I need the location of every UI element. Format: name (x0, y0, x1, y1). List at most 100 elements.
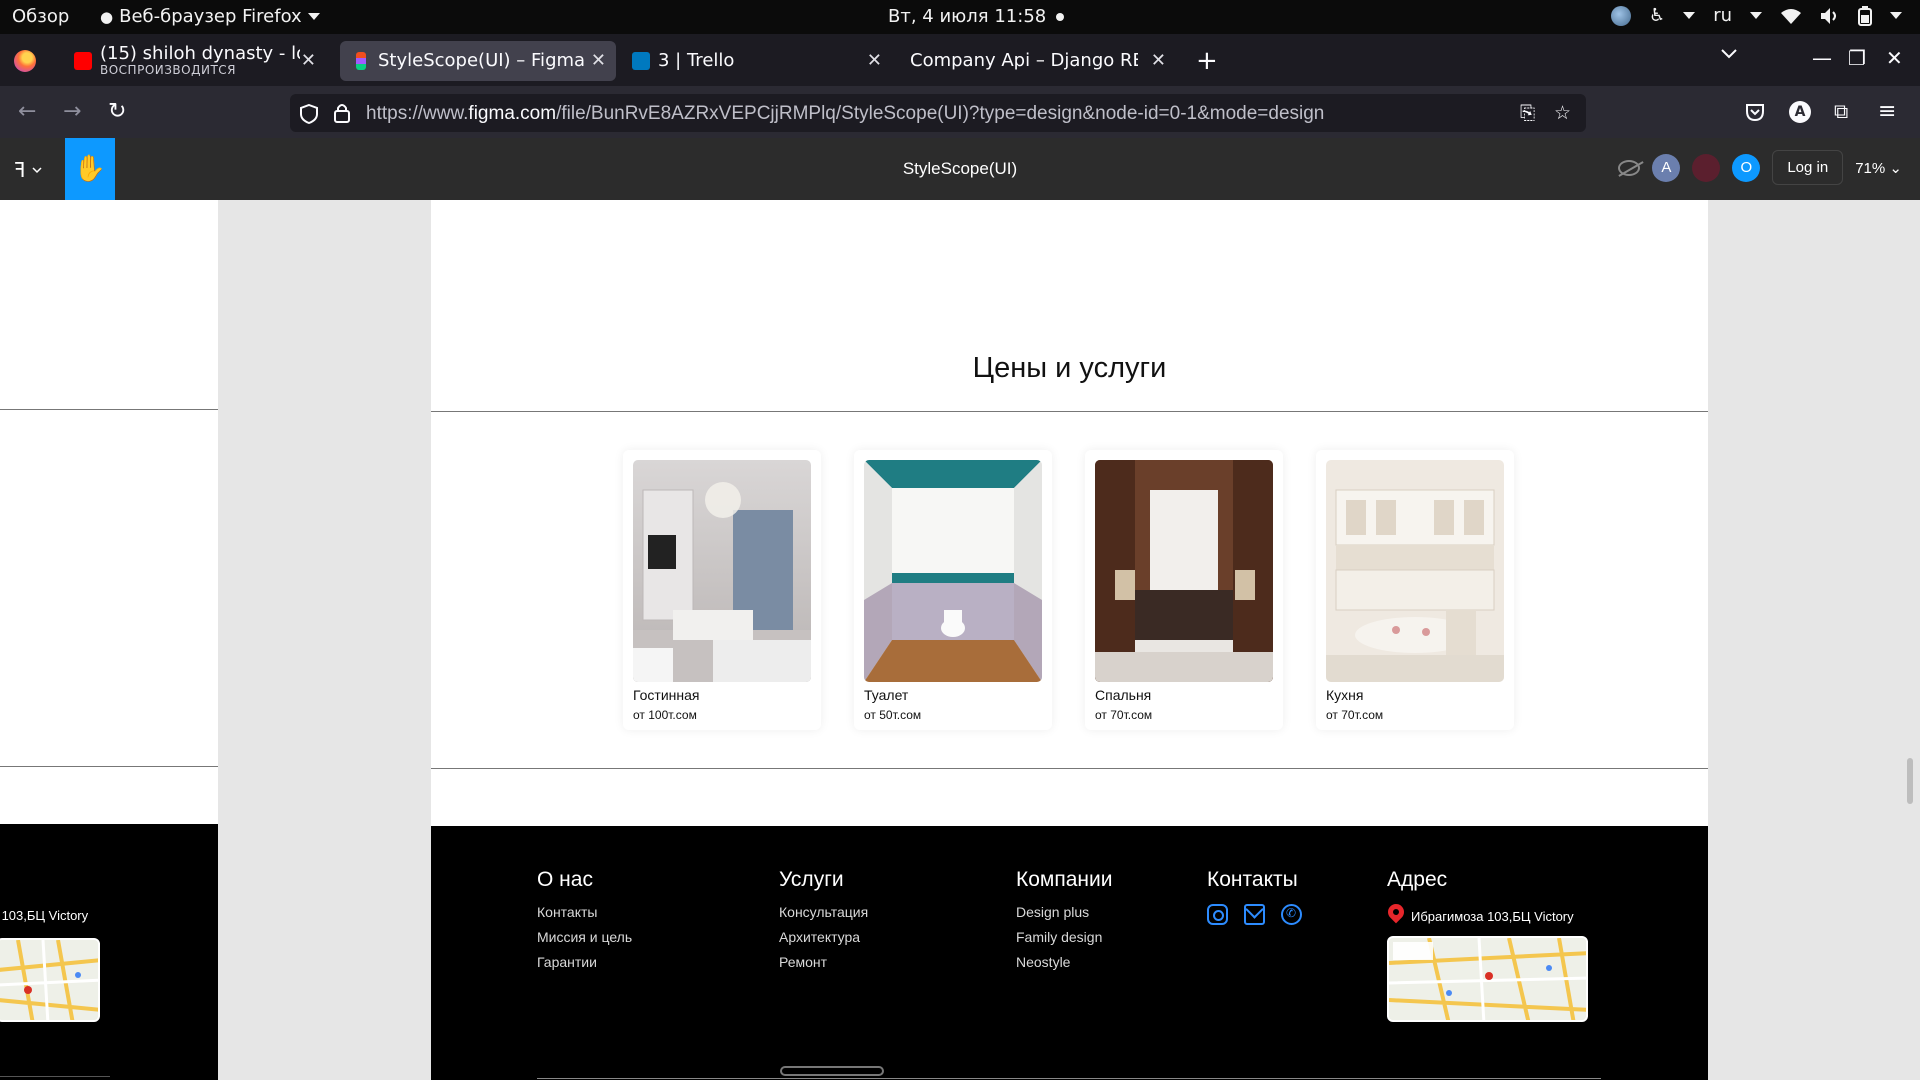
activities-button[interactable]: Обзор (12, 6, 69, 27)
card-price: от 100т.сом (633, 708, 697, 722)
extensions-icon[interactable]: ⧉ (1834, 99, 1848, 123)
accessibility-icon[interactable]: ♿ (1649, 5, 1665, 26)
tab-trello[interactable]: 3 | Trello ✕ (620, 41, 892, 81)
close-window-icon[interactable]: ✕ (1886, 46, 1903, 70)
figma-canvas[interactable]: з 103,БЦ Victory Цены и услуги Гостинная… (0, 200, 1920, 1080)
map-pin-icon (1387, 904, 1405, 928)
service-card-bathroom[interactable]: Туалет от 50т.сом (854, 450, 1052, 730)
close-tab-icon[interactable]: ✕ (1151, 50, 1166, 71)
design-frame[interactable]: Цены и услуги Гостинная от 100т.сом Туал… (431, 200, 1708, 1080)
system-top-bar: Обзор ● Веб-браузер Firefox Вт, 4 июля 1… (0, 0, 1920, 34)
new-tab-icon[interactable]: + (1196, 46, 1218, 76)
chevron-down-icon (1683, 12, 1696, 19)
volume-icon[interactable] (1820, 7, 1840, 25)
footer-link[interactable]: Design plus (1016, 904, 1112, 920)
footer-link[interactable]: Family design (1016, 929, 1112, 945)
account-avatar[interactable]: A (1789, 101, 1811, 123)
avatar-photo[interactable] (1692, 153, 1721, 182)
lock-icon[interactable] (334, 103, 350, 123)
close-tab-icon[interactable]: ✕ (301, 50, 316, 71)
menu-icon[interactable]: ≡ (1878, 99, 1896, 124)
back-icon[interactable]: ← (18, 99, 36, 124)
footer-heading: Услуги (779, 868, 844, 891)
divider (0, 766, 218, 767)
footer-link[interactable]: Ремонт (779, 954, 868, 970)
service-card-kitchen[interactable]: Кухня от 70т.сом (1316, 450, 1514, 730)
figma-toolbar: ꟻ ✋ StyleScope(UI) A O Log in 71% ⌄ (0, 138, 1920, 200)
footer-link[interactable]: Neostyle (1016, 954, 1112, 970)
translate-icon[interactable]: ⎘ (1520, 102, 1535, 124)
footer-link[interactable]: Архитектура (779, 929, 868, 945)
divider (431, 411, 1708, 412)
firefox-view-icon[interactable] (14, 50, 36, 72)
tab-django[interactable]: Company Api – Django REST ✕ (898, 41, 1176, 81)
chevron-down-icon (1750, 12, 1762, 19)
instagram-icon[interactable] (1207, 904, 1228, 925)
url-bar[interactable]: https://www.figma.com/file/BunRvE8AZRxVE… (290, 94, 1586, 132)
close-tab-icon[interactable]: ✕ (867, 50, 882, 71)
url-text[interactable]: https://www.figma.com/file/BunRvE8AZRxVE… (366, 103, 1324, 125)
left-frame[interactable]: з 103,БЦ Victory (0, 200, 218, 1080)
tab-title: Company Api – Django REST (910, 51, 1138, 71)
map-graphic (1389, 938, 1586, 1020)
horizontal-scroll-handle[interactable] (780, 1066, 884, 1076)
social-icons (1207, 904, 1302, 925)
app-menu[interactable]: ● Веб-браузер Firefox (100, 6, 320, 27)
footer-heading: Контакты (1207, 868, 1298, 891)
youtube-icon (74, 52, 92, 70)
language-indicator[interactable]: ru (1713, 5, 1732, 26)
map-image (0, 938, 100, 1022)
app-menu-label: Веб-браузер Firefox (119, 6, 302, 27)
service-card-bedroom[interactable]: Спальня от 70т.сом (1085, 450, 1283, 730)
footer-column-about: О нас Контакты Миссия и цель Гарантии (537, 868, 632, 979)
figma-icon (356, 52, 366, 70)
divider (0, 1076, 110, 1077)
tab-strip: (15) shiloh dynasty - lofi h ВОСПРОИЗВОД… (0, 34, 1920, 86)
login-button[interactable]: Log in (1772, 150, 1844, 185)
minimize-icon[interactable]: — (1812, 46, 1832, 70)
zoom-menu[interactable]: 71% ⌄ (1855, 159, 1902, 177)
list-all-tabs-icon[interactable] (1720, 48, 1738, 60)
close-tab-icon[interactable]: ✕ (591, 50, 606, 71)
footer-column-companies: Компании Design plus Family design Neost… (1016, 868, 1112, 979)
tab-playing-label: ВОСПРОИЗВОДИТСЯ (100, 63, 237, 77)
footer-link[interactable]: Контакты (537, 904, 632, 920)
map-graphic (0, 940, 98, 1020)
reload-icon[interactable]: ↻ (108, 99, 126, 124)
avatar[interactable]: A (1652, 153, 1681, 182)
footer-column-contacts: Контакты (1207, 868, 1302, 925)
pocket-icon[interactable] (1745, 102, 1765, 122)
notification-dot-icon (1056, 12, 1065, 21)
bedroom-image (1095, 460, 1273, 682)
tracking-protection-icon[interactable] (300, 104, 318, 124)
tab-title: StyleScope(UI) – Figma (378, 51, 586, 71)
avatar[interactable]: O (1732, 153, 1761, 182)
tray-app-icon[interactable] (1611, 5, 1632, 26)
bookmark-star-icon[interactable]: ☆ (1554, 102, 1571, 124)
footer-link[interactable]: Миссия и цель (537, 929, 632, 945)
battery-icon[interactable] (1858, 5, 1872, 26)
tab-figma[interactable]: StyleScope(UI) – Figma ✕ (340, 41, 616, 81)
footer-link[interactable]: Консультация (779, 904, 868, 920)
whatsapp-icon[interactable] (1281, 904, 1302, 925)
trello-icon (632, 52, 650, 70)
bathroom-image (864, 460, 1042, 682)
forward-icon[interactable]: → (63, 99, 81, 124)
tab-title: (15) shiloh dynasty - lofi h (100, 45, 300, 65)
map-image[interactable] (1387, 936, 1588, 1022)
mail-icon[interactable] (1244, 904, 1265, 925)
wifi-icon[interactable] (1780, 7, 1802, 25)
kitchen-photo (1326, 460, 1504, 682)
service-card-living-room[interactable]: Гостинная от 100т.сом (623, 450, 821, 730)
card-price: от 70т.сом (1095, 708, 1153, 722)
clock[interactable]: Вт, 4 июля 11:58 (888, 6, 1065, 27)
canvas-scrollbar[interactable] (1907, 758, 1913, 804)
tab-title: 3 | Trello (658, 51, 735, 71)
card-name: Гостинная (633, 687, 700, 703)
hide-ui-icon[interactable] (1618, 159, 1641, 176)
card-price: от 50т.сом (864, 708, 922, 722)
footer-link[interactable]: Гарантии (537, 954, 632, 970)
tab-youtube[interactable]: (15) shiloh dynasty - lofi h ВОСПРОИЗВОД… (62, 41, 326, 81)
restore-icon[interactable]: ❐ (1848, 46, 1866, 70)
footer-heading: О нас (537, 868, 593, 891)
